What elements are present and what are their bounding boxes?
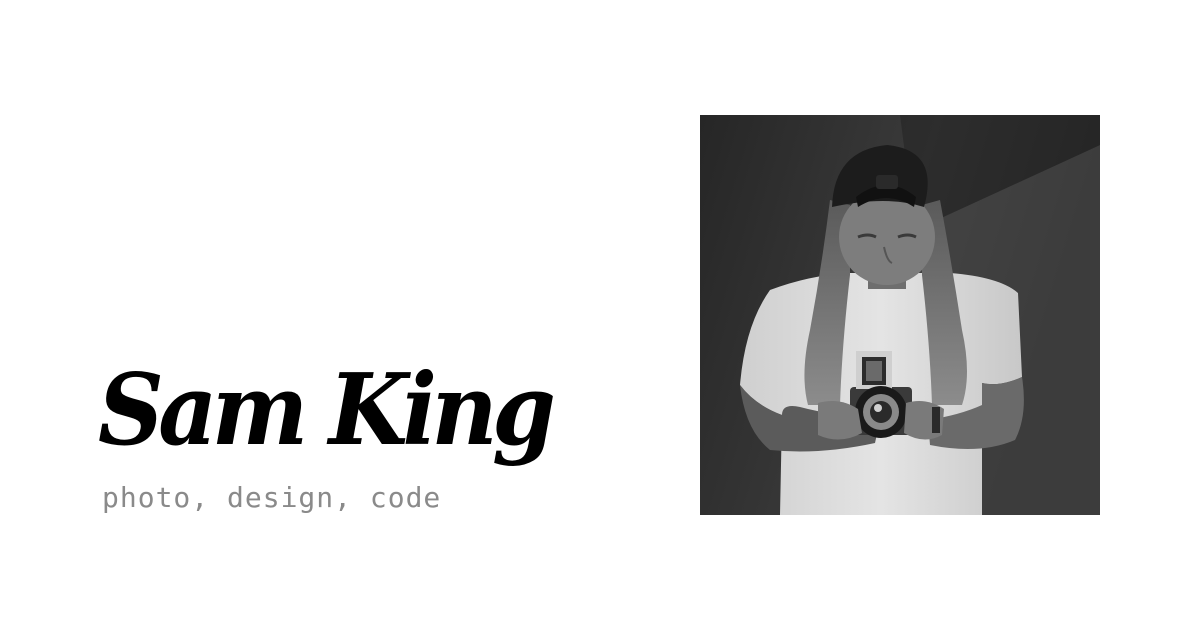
social-card: Sam King photo, design, code	[0, 0, 1200, 630]
profile-tagline: photo, design, code	[102, 481, 442, 514]
profile-name: Sam King	[98, 353, 556, 468]
portrait-photo	[700, 115, 1100, 515]
